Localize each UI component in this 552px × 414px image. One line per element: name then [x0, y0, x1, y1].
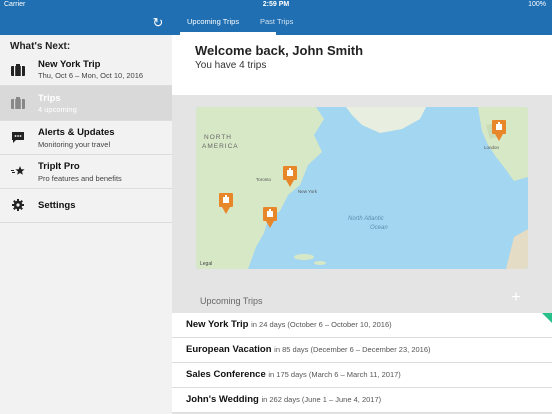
- sidebar-heading: What's Next:: [10, 41, 71, 52]
- trip-row[interactable]: New York Trip in 24 days (October 6 – Oc…: [172, 313, 552, 338]
- suitcase-icon: [11, 97, 25, 109]
- suitcase-icon: [11, 64, 25, 76]
- refresh-icon[interactable]: ↻: [150, 15, 166, 31]
- star-icon: [11, 166, 25, 175]
- welcome-heading: Welcome back, John Smith: [195, 43, 364, 58]
- map-label-toronto: Toronto: [256, 177, 272, 182]
- new-trip-corner-badge: [542, 313, 552, 323]
- trip-name: Sales Conference: [186, 369, 266, 380]
- main-content: Welcome back, John Smith You have 4 trip…: [172, 35, 552, 414]
- trip-name: New York Trip: [186, 319, 249, 330]
- trip-row[interactable]: John's Wedding in 262 days (June 1 – Jun…: [172, 388, 552, 413]
- trips-count: You have 4 trips: [195, 60, 267, 71]
- sidebar-item-title: TripIt Pro: [38, 161, 80, 172]
- sidebar-item-new-york-trip[interactable]: New York Trip Thu, Oct 6 – Mon, Oct 10, …: [0, 54, 172, 86]
- trip-row[interactable]: Sales Conference in 175 days (March 6 – …: [172, 363, 552, 388]
- sidebar-item-title: Trips: [38, 93, 61, 104]
- map-label-north: NORTH: [204, 134, 232, 141]
- gear-icon: [12, 199, 24, 211]
- sidebar-item-trips[interactable]: Trips 4 upcoming: [0, 86, 172, 121]
- trip-name: John's Wedding: [186, 394, 259, 405]
- top-nav-bar: ↻ Upcoming Trips Past Trips: [0, 11, 552, 35]
- map-label-america: AMERICA: [202, 143, 239, 150]
- sidebar-item-title: Settings: [38, 200, 76, 211]
- add-trip-icon[interactable]: +: [508, 290, 524, 306]
- tab-past-trips[interactable]: Past Trips: [260, 17, 293, 26]
- status-bar: Carrier 2:59 PM 100%: [0, 0, 552, 11]
- clock: 2:59 PM: [262, 1, 290, 8]
- sidebar-item-title: Alerts & Updates: [38, 127, 115, 138]
- upcoming-trips-heading: Upcoming Trips: [200, 296, 263, 306]
- map-label-ocean: North Atlantic: [348, 216, 384, 222]
- map-label-new-york: New York: [298, 189, 318, 194]
- map-legal-link: Legal: [200, 261, 212, 267]
- welcome-panel: Welcome back, John Smith You have 4 trip…: [172, 35, 552, 95]
- sidebar-item-settings[interactable]: Settings: [0, 189, 172, 223]
- tab-upcoming-trips[interactable]: Upcoming Trips: [187, 17, 239, 26]
- trip-dates: in 262 days (June 1 – June 4, 2017): [261, 395, 382, 404]
- sidebar-item-alerts-updates[interactable]: Alerts & Updates Monitoring your travel: [0, 121, 172, 155]
- battery-level: 100%: [528, 1, 546, 8]
- sidebar-item-tripit-pro[interactable]: TripIt Pro Pro features and benefits: [0, 155, 172, 189]
- trips-map[interactable]: NORTH AMERICA North Atlantic Ocean Toron…: [196, 107, 528, 269]
- sidebar-item-title: New York Trip: [38, 59, 101, 70]
- chat-bubble-icon: [12, 132, 24, 143]
- trip-row[interactable]: European Vacation in 85 days (December 6…: [172, 338, 552, 363]
- sidebar-item-subtitle: 4 upcoming: [38, 105, 77, 114]
- sidebar-item-subtitle: Monitoring your travel: [38, 140, 111, 149]
- trip-dates: in 24 days (October 6 – October 10, 2016…: [251, 320, 392, 329]
- trip-name: European Vacation: [186, 344, 272, 355]
- map-graphic: NORTH AMERICA North Atlantic Ocean Toron…: [196, 107, 528, 269]
- sidebar-item-subtitle: Pro features and benefits: [38, 174, 122, 183]
- sidebar: What's Next: New York Trip Thu, Oct 6 – …: [0, 35, 173, 414]
- map-label-london: London: [484, 145, 500, 150]
- trip-dates: in 85 days (December 6 – December 23, 20…: [274, 345, 431, 354]
- trip-dates: in 175 days (March 6 – March 11, 2017): [268, 370, 401, 379]
- map-label-ocean-2: Ocean: [370, 225, 388, 231]
- sidebar-item-subtitle: Thu, Oct 6 – Mon, Oct 10, 2016: [38, 71, 144, 80]
